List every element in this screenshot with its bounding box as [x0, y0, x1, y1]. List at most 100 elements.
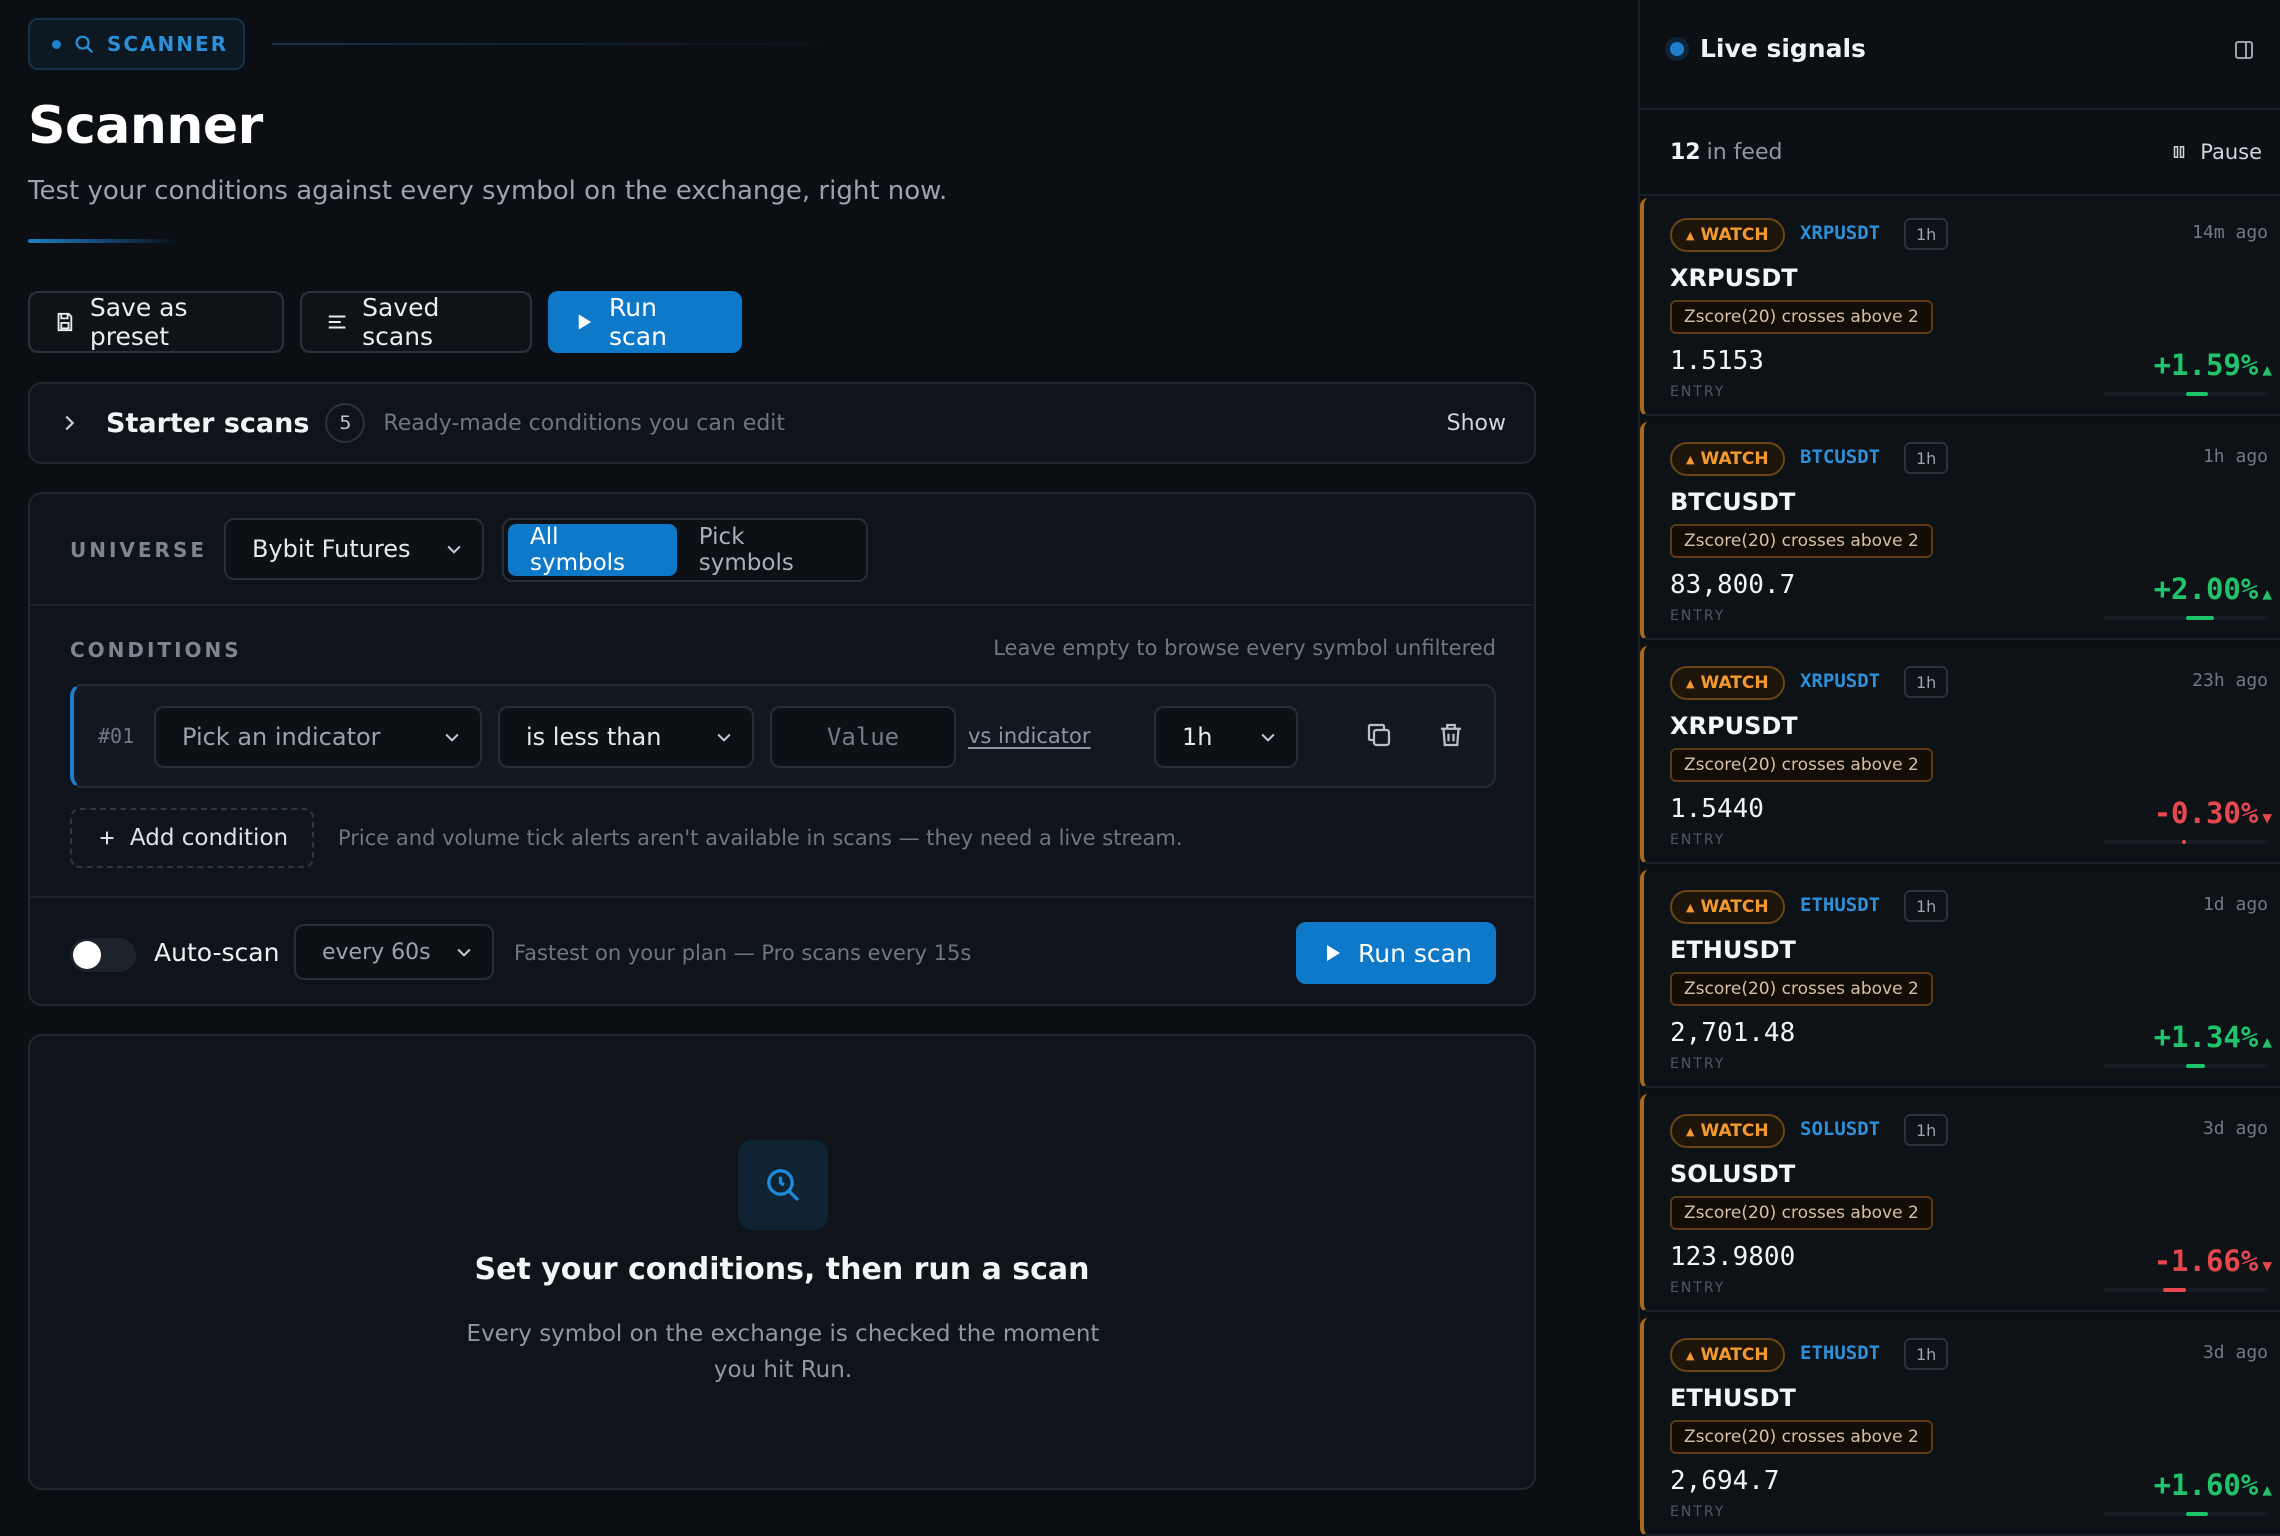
signal-condition: Zscore(20) crosses above 2: [1670, 1196, 1933, 1230]
auto-scan-hint: Fastest on your plan — Pro scans every 1…: [514, 941, 972, 965]
starter-scans-show-toggle[interactable]: Show: [1447, 411, 1506, 436]
change-bar: [2104, 1288, 2268, 1292]
timeframe-tag: 1h: [1904, 442, 1949, 474]
run-scan-label: Run scan: [1358, 938, 1472, 968]
save-icon: [57, 312, 73, 332]
sidebar-toggle-icon[interactable]: [2232, 38, 2256, 62]
value-input[interactable]: Value: [770, 706, 956, 768]
conditions-label: CONDITIONS: [70, 638, 242, 662]
pause-button[interactable]: Pause: [2170, 140, 2262, 164]
timeframe-select-value: 1h: [1182, 723, 1213, 751]
signal-time-ago: 3d ago: [2202, 1342, 2268, 1363]
signal-card[interactable]: ▲ WATCH SOLUSDT 1h 3d ago SOLUSDT Zscore…: [1640, 1094, 2280, 1312]
signal-time-ago: 3d ago: [2202, 1118, 2268, 1139]
direction-arrow-icon: ▼: [2262, 1256, 2272, 1275]
timeframe-select[interactable]: 1h: [1154, 706, 1298, 768]
entry-price: 1.5440: [1670, 794, 1764, 824]
search-icon: [75, 35, 94, 54]
page-subtitle: Test your conditions against every symbo…: [28, 176, 948, 206]
save-preset-button[interactable]: Save as preset: [28, 291, 284, 353]
exchange-select[interactable]: Bybit Futures: [224, 518, 484, 580]
feed-count-suffix: in feed: [1706, 140, 1783, 165]
run-scan-label: Run scan: [608, 293, 667, 351]
watch-badge: ▲ WATCH: [1670, 890, 1785, 924]
entry-label: ENTRY: [1670, 1504, 1726, 1520]
entry-price: 2,701.48: [1670, 1018, 1796, 1048]
price-change: +1.34% ▲: [2154, 1020, 2272, 1054]
direction-arrow-icon: ▲: [2262, 1480, 2272, 1499]
signal-card[interactable]: ▲ WATCH ETHUSDT 1h 3d ago ETHUSDT Zscore…: [1640, 1318, 2280, 1536]
change-bar: [2104, 1064, 2268, 1068]
trash-icon[interactable]: [1436, 720, 1466, 750]
add-condition-label: Add condition: [129, 825, 289, 851]
empty-state-title: Set your conditions, then run a scan: [474, 1252, 1090, 1287]
signal-card[interactable]: ▲ WATCH XRPUSDT 1h 14m ago XRPUSDT Zscor…: [1640, 198, 2280, 416]
play-icon: [1327, 945, 1340, 961]
operator-select[interactable]: is less than: [498, 706, 754, 768]
symbol-tag: ETHUSDT: [1800, 1342, 1881, 1364]
entry-label: ENTRY: [1670, 1280, 1726, 1296]
entry-price: 1.5153: [1670, 346, 1764, 376]
value-input-placeholder: Value: [826, 723, 900, 751]
plus-icon: [100, 831, 114, 845]
pause-icon: [2173, 146, 2185, 158]
symbol-tag: XRPUSDT: [1800, 670, 1881, 692]
signal-card[interactable]: ▲ WATCH ETHUSDT 1h 1d ago ETHUSDT Zscore…: [1640, 870, 2280, 1088]
all-symbols-option[interactable]: All symbols: [508, 524, 677, 576]
run-scan-button-secondary[interactable]: Run scan: [1296, 922, 1496, 984]
timeframe-tag: 1h: [1904, 218, 1949, 250]
sidebar-title: Live signals: [1700, 34, 1866, 63]
price-change: -1.66% ▼: [2154, 1244, 2272, 1278]
watch-badge: ▲ WATCH: [1670, 666, 1785, 700]
change-bar-fill: [2186, 616, 2214, 620]
add-condition-button[interactable]: Add condition: [70, 808, 314, 868]
signal-card[interactable]: ▲ WATCH XRPUSDT 1h 23h ago XRPUSDT Zscor…: [1640, 646, 2280, 864]
interval-select-value: every 60s: [322, 939, 431, 965]
indicator-select-value: Pick an indicator: [182, 723, 381, 751]
direction-arrow-icon: ▼: [2262, 808, 2272, 827]
condition-number: #01: [98, 724, 135, 748]
symbol-scope-toggle: All symbols Pick symbols: [502, 518, 868, 582]
section-pill-label: SCANNER: [107, 32, 229, 56]
duplicate-icon[interactable]: [1364, 720, 1394, 750]
symbol-tag: SOLUSDT: [1800, 1118, 1881, 1140]
live-indicator: [1670, 42, 1684, 56]
price-change-value: -1.66%: [2153, 1244, 2259, 1278]
change-bar-fill: [2186, 392, 2209, 396]
feed-row: 12 in feed Pause: [1640, 112, 2280, 196]
interval-select[interactable]: every 60s: [294, 924, 494, 980]
auto-scan-toggle[interactable]: [70, 938, 136, 972]
pick-symbols-option[interactable]: Pick symbols: [677, 524, 862, 576]
change-bar: [2104, 1512, 2268, 1516]
signal-card[interactable]: ▲ WATCH BTCUSDT 1h 1h ago BTCUSDT Zscore…: [1640, 422, 2280, 640]
watch-badge: ▲ WATCH: [1670, 1338, 1785, 1372]
toggle-knob: [73, 941, 101, 969]
starter-scans-bar[interactable]: Starter scans 5 Ready-made conditions yo…: [28, 382, 1536, 464]
status-dot: [52, 39, 61, 49]
auto-scan-row: Auto-scan every 60s Fastest on your plan…: [30, 896, 1534, 1004]
entry-price: 83,800.7: [1670, 570, 1796, 600]
change-bar: [2104, 392, 2268, 396]
symbol-tag: ETHUSDT: [1800, 894, 1881, 916]
indicator-select[interactable]: Pick an indicator: [154, 706, 482, 768]
signal-symbol: BTCUSDT: [1670, 488, 1796, 516]
entry-label: ENTRY: [1670, 608, 1726, 624]
live-signals-sidebar: Live signals 12 in feed Pause ▲ WATCH XRP…: [1638, 0, 2280, 1536]
chevron-down-icon: [457, 948, 471, 957]
scanner-main: SCANNER Scanner Test your conditions aga…: [0, 0, 1638, 1520]
watch-badge-label: WATCH: [1700, 897, 1769, 917]
vs-indicator-link[interactable]: vs indicator: [968, 724, 1090, 748]
feed-count-number: 12: [1670, 140, 1701, 165]
condition-row: #01 Pick an indicator is less than Value…: [70, 684, 1496, 788]
signal-time-ago: 23h ago: [2192, 670, 2268, 691]
price-change-value: +1.60%: [2153, 1468, 2259, 1502]
divider: [272, 43, 852, 45]
auto-scan-label: Auto-scan: [154, 938, 280, 967]
saved-scans-button[interactable]: Saved scans: [300, 291, 532, 353]
change-bar-fill: [2186, 1064, 2205, 1068]
list-icon: [328, 315, 346, 329]
play-icon: [578, 314, 592, 330]
price-change-value: +2.00%: [2153, 572, 2259, 606]
page-title: Scanner: [28, 96, 263, 156]
run-scan-button[interactable]: Run scan: [548, 291, 742, 353]
